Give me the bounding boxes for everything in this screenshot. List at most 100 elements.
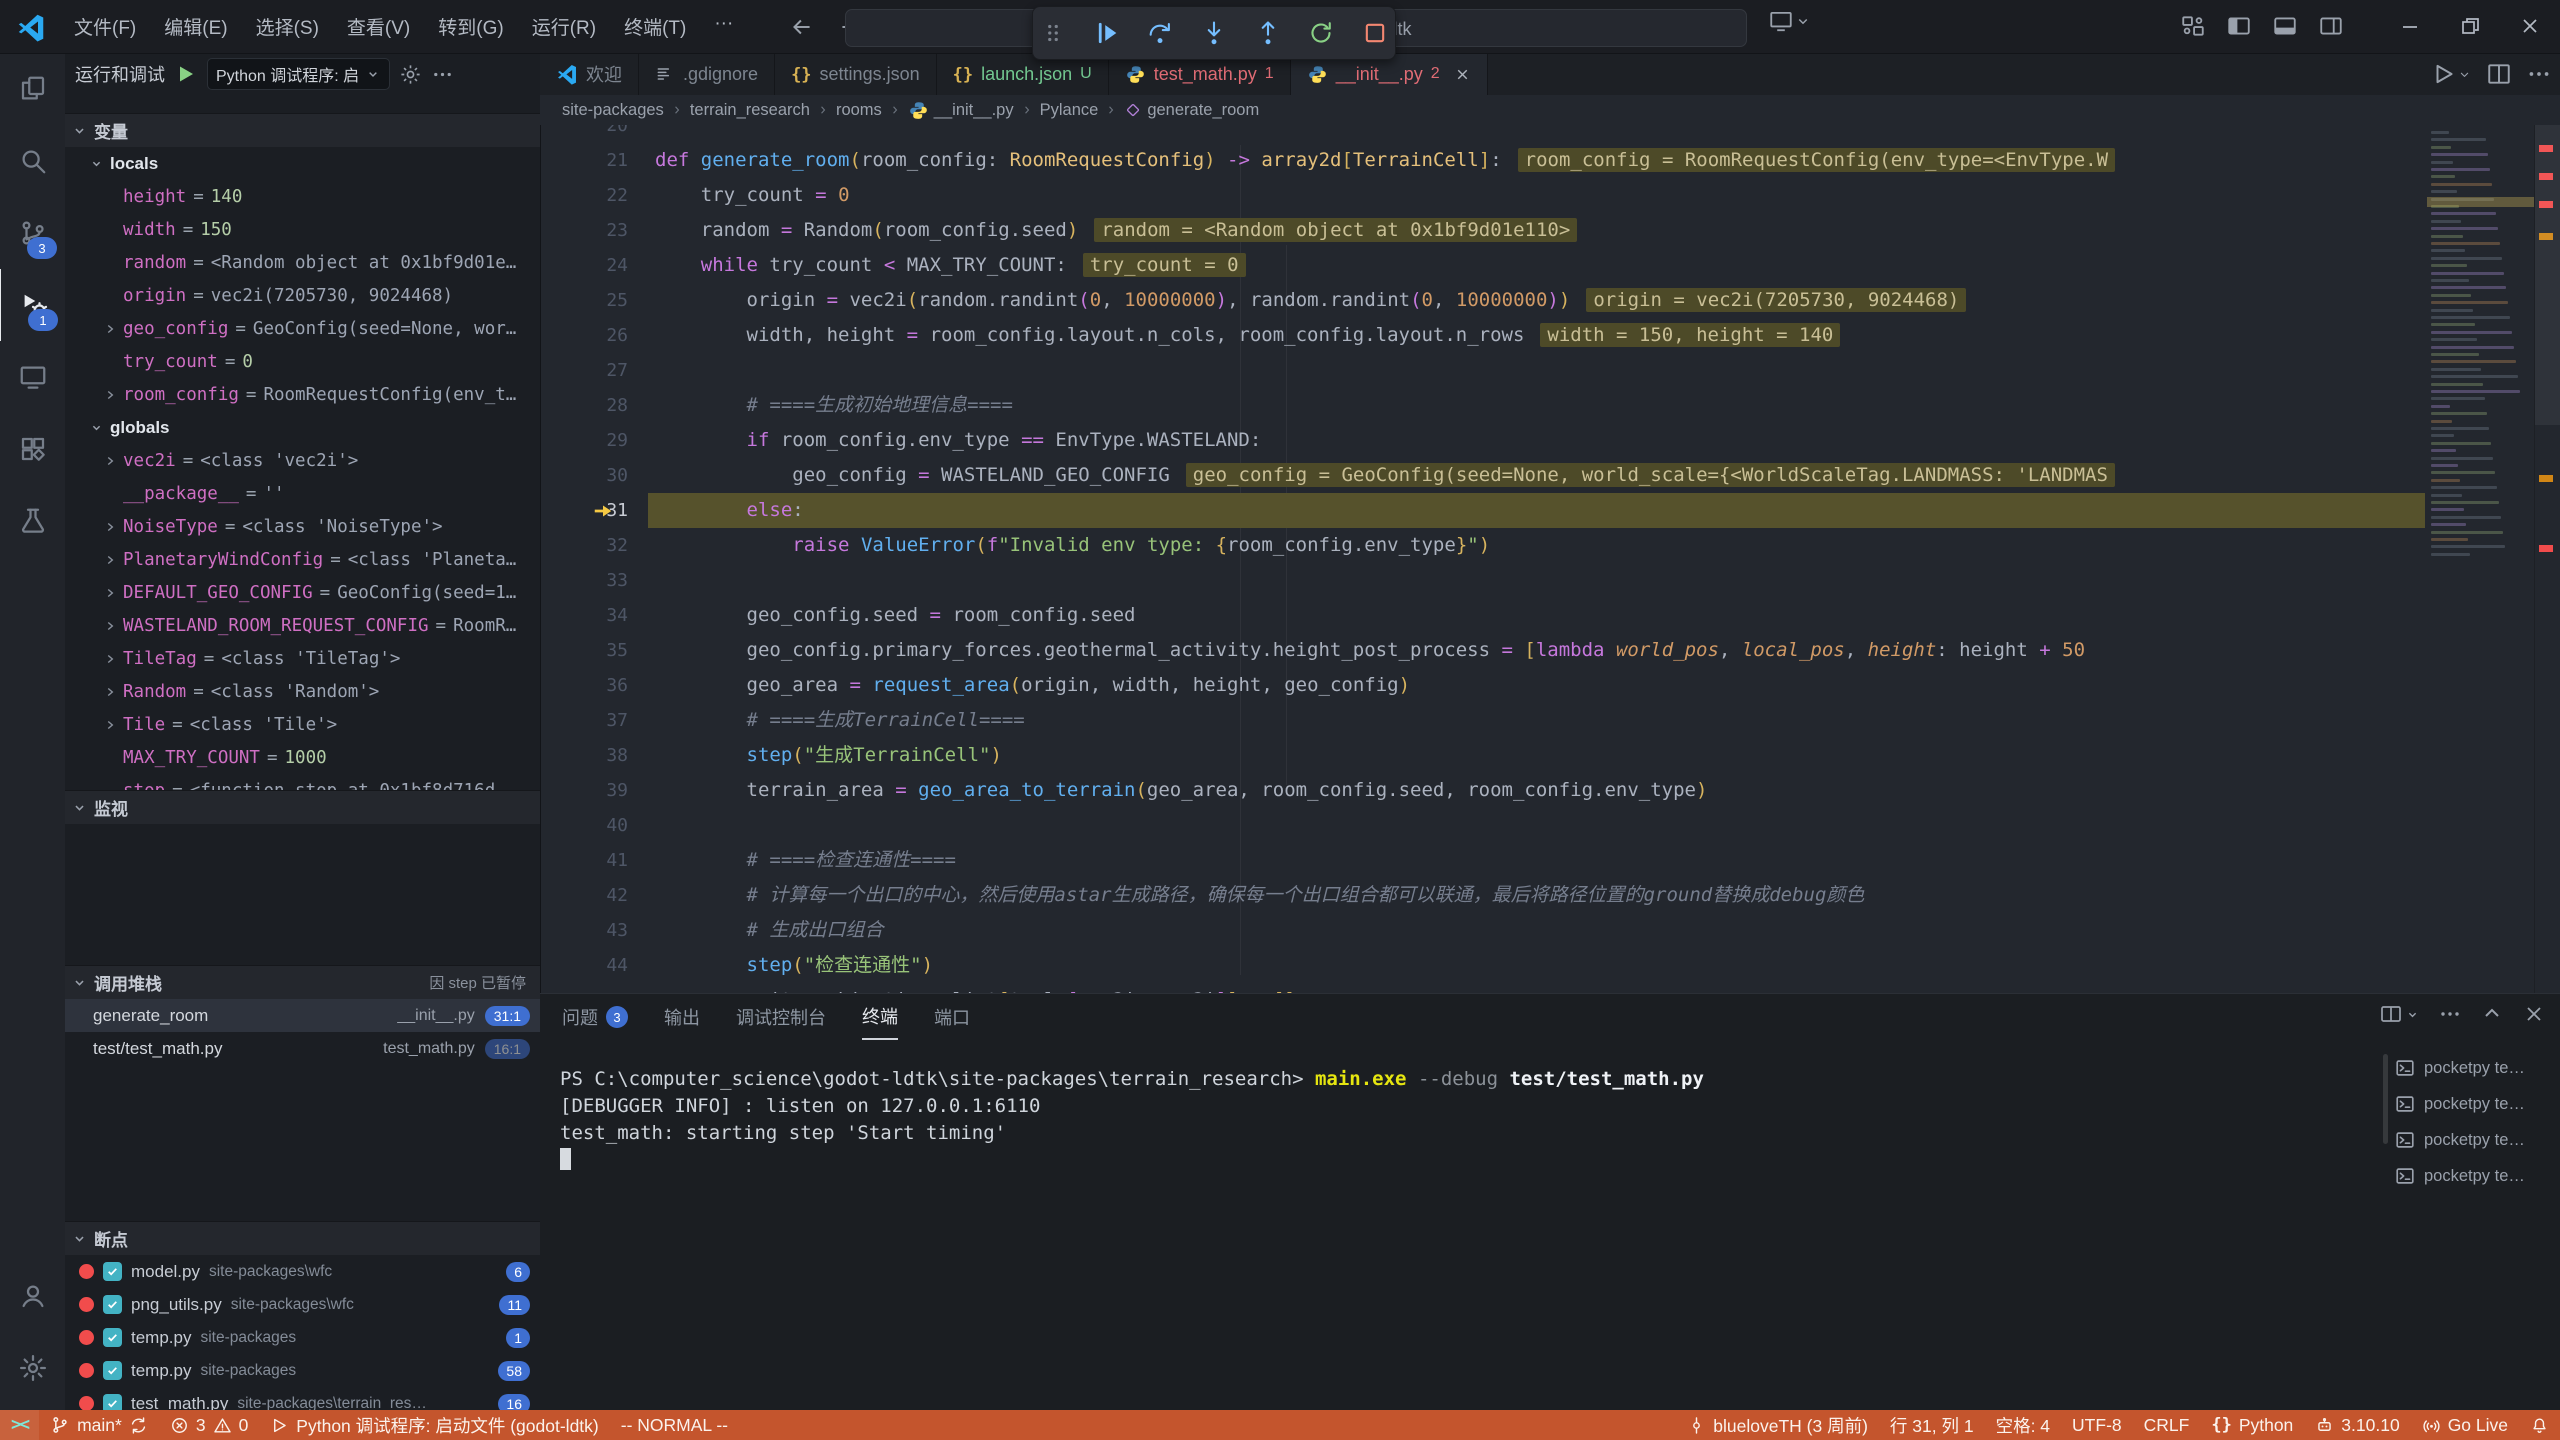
activity-run-and-debug-icon[interactable]: 1 [0, 269, 66, 341]
terminal-instance[interactable]: pocketpy te… [2388, 1158, 2556, 1194]
menu-item[interactable]: 选择(S) [242, 7, 333, 46]
overview-ruler[interactable] [2534, 125, 2560, 993]
scope-locals[interactable]: locals [65, 147, 540, 180]
breadcrumb-item[interactable]: generate_room [1124, 101, 1259, 120]
restart-button[interactable] [1302, 13, 1342, 53]
python-interpreter[interactable]: 3.10.10 [2304, 1410, 2410, 1440]
breakpoint-row[interactable]: png_utils.pysite-packages\wfc11 [65, 1288, 540, 1321]
breakpoint-row[interactable]: temp.pysite-packages1 [65, 1321, 540, 1354]
stack-frame[interactable]: test/test_math.pytest_math.py16:1 [65, 1032, 540, 1065]
tab-欢迎[interactable]: 欢迎 [540, 53, 639, 95]
debug-config-dropdown[interactable]: Python 调试程序: 启 [207, 58, 390, 90]
breadcrumb-item[interactable]: __init__.py [908, 100, 1014, 121]
terminal-output[interactable]: PS C:\computer_science\godot-ldtk\site-p… [560, 1066, 2385, 1174]
variable-row[interactable]: try_count=0 [65, 345, 540, 378]
close-panel-icon[interactable] [2522, 1002, 2546, 1026]
gear-icon[interactable] [399, 63, 422, 86]
breakpoint-row[interactable]: test_math.pysite-packages\terrain_res…16 [65, 1387, 540, 1410]
breadcrumb-item[interactable]: terrain_research [690, 101, 810, 120]
close-window-button[interactable] [2500, 0, 2560, 52]
gitlens-blame[interactable]: blueloveTH (3 周前) [1676, 1410, 1879, 1440]
panel-tab-终端[interactable]: 终端 [862, 994, 898, 1040]
panel-tab-问题[interactable]: 问题3 [562, 994, 628, 1040]
restore-button[interactable] [2440, 0, 2500, 52]
back-icon[interactable] [783, 8, 821, 46]
variables-section-header[interactable]: 变量 [65, 113, 540, 147]
breadcrumb-item[interactable]: rooms [836, 101, 882, 120]
breakpoint-row[interactable]: temp.pysite-packages58 [65, 1354, 540, 1387]
eol[interactable]: CRLF [2133, 1410, 2201, 1440]
more-actions-icon[interactable] [431, 63, 454, 86]
toggle-secondary-sidebar-icon[interactable] [2312, 7, 2350, 45]
variable-row[interactable]: width=150 [65, 213, 540, 246]
activity-source-control-icon[interactable]: 3 [0, 197, 65, 269]
step-out-button[interactable] [1248, 13, 1288, 53]
encoding[interactable]: UTF-8 [2061, 1410, 2133, 1440]
indentation[interactable]: 空格: 4 [1985, 1410, 2061, 1440]
terminal-instance[interactable]: pocketpy te… [2388, 1122, 2556, 1158]
screencast-control[interactable] [1768, 8, 1812, 34]
panel-tab-输出[interactable]: 输出 [664, 994, 700, 1040]
terminal-instance[interactable]: pocketpy te… [2388, 1050, 2556, 1086]
watch-section-header[interactable]: 监视 [65, 790, 540, 824]
variable-row[interactable]: room_config=RoomRequestConfig(env_t… [65, 378, 540, 411]
stop-button[interactable] [1355, 13, 1395, 53]
variable-row[interactable]: vec2i=<class 'vec2i'> [65, 444, 540, 477]
start-debugging-icon[interactable] [174, 62, 198, 86]
split-editor-button[interactable] [2486, 61, 2512, 87]
activity-remote-explorer-icon[interactable] [0, 341, 65, 413]
activity-explorer-icon[interactable] [0, 53, 65, 125]
variable-row[interactable]: geo_config=GeoConfig(seed=None, wor… [65, 312, 540, 345]
git-branch[interactable]: main* [39, 1410, 159, 1440]
menu-item[interactable]: ··· [700, 7, 747, 46]
panel-tab-调试控制台[interactable]: 调试控制台 [736, 994, 826, 1040]
problems[interactable]: 30 [159, 1410, 259, 1440]
terminal-instance[interactable]: pocketpy te… [2388, 1086, 2556, 1122]
customize-layout-icon[interactable] [2174, 7, 2212, 45]
breadcrumb-item[interactable]: site-packages [562, 101, 664, 120]
variable-row[interactable]: origin=vec2i(7205730, 9024468) [65, 279, 540, 312]
more-actions-button[interactable] [2526, 61, 2552, 87]
variable-row[interactable]: NoiseType=<class 'NoiseType'> [65, 510, 540, 543]
variable-row[interactable]: WASTELAND_ROOM_REQUEST_CONFIG=RoomR… [65, 609, 540, 642]
activity-manage-icon[interactable] [0, 1332, 65, 1404]
variable-row[interactable]: height=140 [65, 180, 540, 213]
activity-accounts-icon[interactable] [0, 1260, 65, 1332]
close-tab-icon[interactable] [1454, 66, 1471, 83]
variable-row[interactable]: stop=<function stop at 0x1bf8d716d [65, 774, 540, 790]
panel-more-icon[interactable] [2438, 1002, 2462, 1026]
callstack-section-header[interactable]: 调用堆栈 因 step 已暂停 [65, 965, 540, 999]
toggle-sidebar-icon[interactable] [2220, 7, 2258, 45]
menu-item[interactable]: 运行(R) [518, 7, 610, 46]
activity-extensions-icon[interactable] [0, 413, 65, 485]
variable-row[interactable]: __package__='' [65, 477, 540, 510]
step-into-button[interactable] [1194, 13, 1234, 53]
menu-item[interactable]: 转到(G) [424, 7, 517, 46]
tab-settings.json[interactable]: {}settings.json [775, 53, 937, 95]
run-python-file-button[interactable] [2431, 61, 2472, 87]
language-mode[interactable]: {}Python [2200, 1410, 2304, 1440]
activity-search-icon[interactable] [0, 125, 65, 197]
variable-row[interactable]: Random=<class 'Random'> [65, 675, 540, 708]
breakpoint-row[interactable]: model.pysite-packages\wfc6 [65, 1255, 540, 1288]
variable-row[interactable]: random=<Random object at 0x1bf9d01e… [65, 246, 540, 279]
remote-indicator[interactable]: >< [0, 1410, 39, 1440]
menu-item[interactable]: 查看(V) [333, 7, 424, 46]
variable-row[interactable]: TileTag=<class 'TileTag'> [65, 642, 540, 675]
menu-item[interactable]: 编辑(E) [150, 7, 241, 46]
go-live[interactable]: Go Live [2411, 1410, 2519, 1440]
debug-config[interactable]: Python 调试程序: 启动文件 (godot-ldtk) [259, 1410, 609, 1440]
variable-row[interactable]: DEFAULT_GEO_CONFIG=GeoConfig(seed=1… [65, 576, 540, 609]
continue-button[interactable] [1087, 13, 1127, 53]
variable-row[interactable]: MAX_TRY_COUNT=1000 [65, 741, 540, 774]
terminal-layout-icon[interactable] [2379, 1002, 2420, 1026]
variable-row[interactable]: Tile=<class 'Tile'> [65, 708, 540, 741]
notifications-bell[interactable] [2519, 1410, 2560, 1440]
minimize-button[interactable] [2380, 0, 2440, 52]
step-over-button[interactable] [1140, 13, 1180, 53]
drag-handle[interactable] [1033, 13, 1073, 53]
breadcrumb-item[interactable]: Pylance [1040, 101, 1099, 120]
panel-tab-端口[interactable]: 端口 [934, 994, 970, 1040]
minimap[interactable] [2427, 125, 2535, 993]
menu-item[interactable]: 终端(T) [610, 7, 700, 46]
